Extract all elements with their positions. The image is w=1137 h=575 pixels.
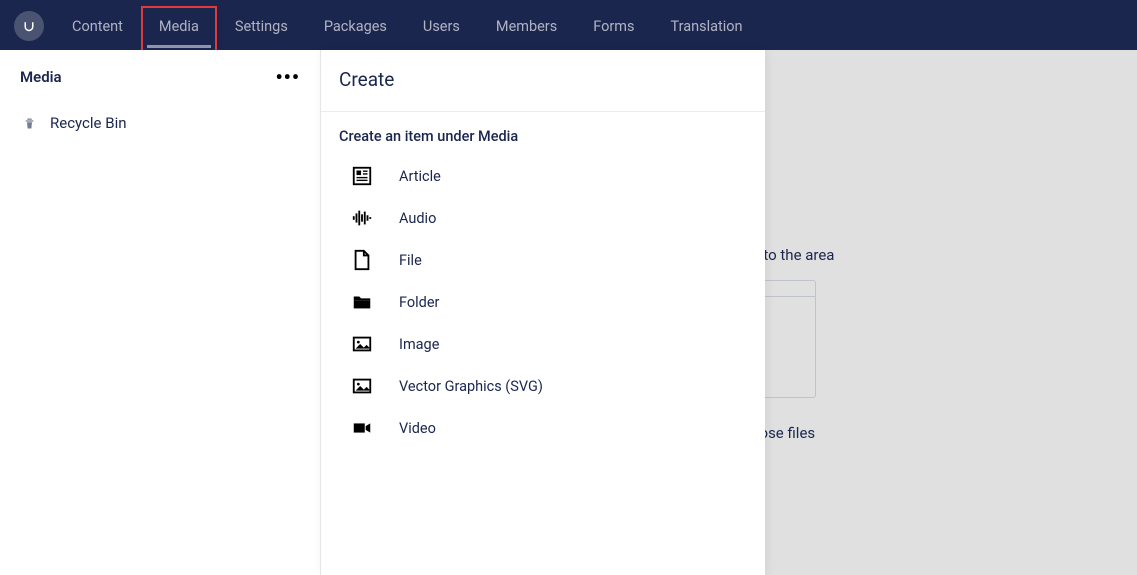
article-icon <box>351 165 395 187</box>
trash-icon <box>22 116 44 131</box>
nav-media[interactable]: Media <box>159 2 199 50</box>
create-item-file[interactable]: File <box>321 239 765 281</box>
sidebar-actions-icon[interactable]: ••• <box>275 72 300 82</box>
create-item-label: Video <box>399 420 436 437</box>
create-item-article[interactable]: Article <box>321 155 765 197</box>
video-icon <box>351 417 395 439</box>
nav-content[interactable]: Content <box>72 2 123 50</box>
create-item-audio[interactable]: Audio <box>321 197 765 239</box>
app-logo[interactable] <box>14 11 44 41</box>
create-item-label: Image <box>399 336 439 353</box>
nav-forms[interactable]: Forms <box>593 2 634 50</box>
svg-icon <box>351 375 395 397</box>
sidebar-title: Media <box>20 68 62 86</box>
nav-packages[interactable]: Packages <box>324 2 387 50</box>
audio-icon <box>351 207 395 229</box>
tree-item-label: Recycle Bin <box>50 114 127 132</box>
create-title: Create <box>321 50 765 112</box>
create-item-label: File <box>399 252 422 269</box>
umbraco-logo-icon <box>20 17 38 35</box>
nav-members[interactable]: Members <box>496 2 557 50</box>
create-item-label: Vector Graphics (SVG) <box>399 378 543 395</box>
sidebar-header: Media ••• <box>0 68 320 100</box>
sidebar: Media ••• Recycle Bin <box>0 50 320 575</box>
tree-item-recycle-bin[interactable]: Recycle Bin <box>0 100 320 146</box>
folder-icon <box>351 291 395 313</box>
create-item-image[interactable]: Image <box>321 323 765 365</box>
nav-translation[interactable]: Translation <box>670 2 742 50</box>
top-navigation: Content Media Settings Packages Users Me… <box>0 2 1137 50</box>
create-subtitle: Create an item under Media <box>321 112 765 155</box>
create-item-folder[interactable]: Folder <box>321 281 765 323</box>
create-item-video[interactable]: Video <box>321 407 765 449</box>
create-item-label: Audio <box>399 210 436 227</box>
image-icon <box>351 333 395 355</box>
nav-settings[interactable]: Settings <box>235 2 288 50</box>
create-item-label: Folder <box>399 294 439 311</box>
create-item-label: Article <box>399 168 441 185</box>
create-flyout: Create Create an item under Media Articl… <box>320 50 765 575</box>
nav-items: Content Media Settings Packages Users Me… <box>72 2 779 50</box>
nav-users[interactable]: Users <box>423 2 460 50</box>
file-icon <box>351 249 395 271</box>
create-item-svg[interactable]: Vector Graphics (SVG) <box>321 365 765 407</box>
